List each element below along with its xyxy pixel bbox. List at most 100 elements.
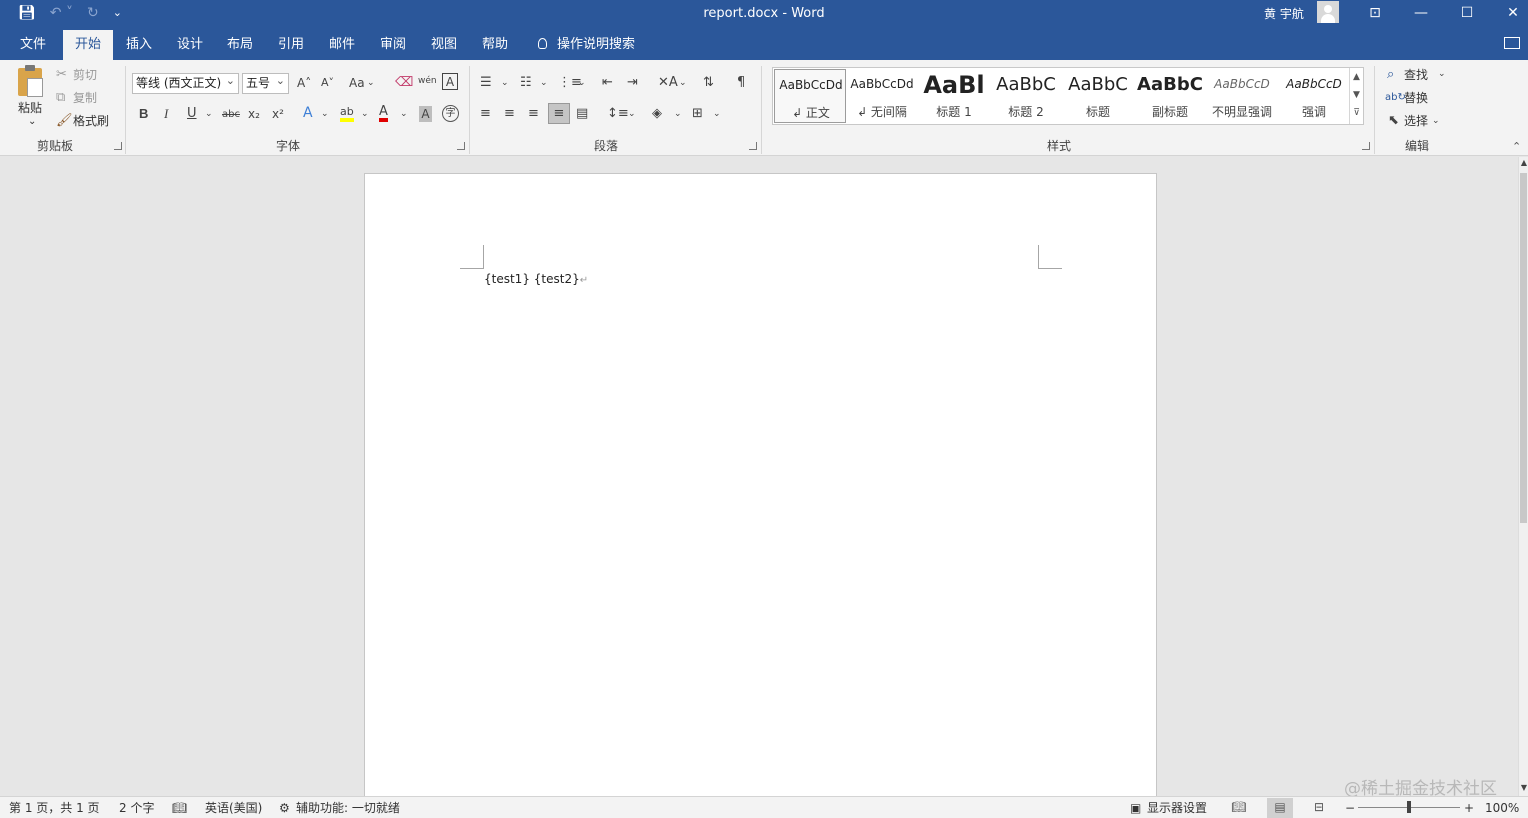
gallery-up-icon[interactable]: ▲: [1350, 68, 1363, 86]
style-no-spacing[interactable]: AaBbCcDd ↲ 无间隔: [846, 69, 918, 123]
align-left-icon[interactable]: ≡: [480, 106, 491, 122]
font-size-select[interactable]: 五号: [242, 71, 289, 94]
font-name-select[interactable]: 等线 (西文正文): [132, 71, 239, 94]
style-normal[interactable]: AaBbCcDd ↲ 正文: [774, 69, 846, 123]
find-button[interactable]: 查找: [1404, 67, 1428, 83]
character-shading-button[interactable]: A: [419, 106, 432, 122]
paste-dropdown-icon[interactable]: ⌄: [28, 114, 36, 130]
paragraph-launcher-icon[interactable]: [749, 142, 757, 150]
paste-icon[interactable]: [18, 65, 43, 97]
tab-file[interactable]: 文件: [8, 30, 58, 60]
justify-icon[interactable]: ≡: [548, 103, 570, 124]
clipboard-launcher-icon[interactable]: [114, 142, 122, 150]
comments-icon[interactable]: [1504, 37, 1520, 49]
select-button[interactable]: 选择: [1404, 113, 1428, 129]
format-painter-button[interactable]: 格式刷: [73, 113, 109, 129]
phonetic-guide-button[interactable]: wén: [418, 73, 437, 89]
tab-insert[interactable]: 插入: [114, 30, 164, 60]
tab-review[interactable]: 审阅: [368, 30, 418, 60]
align-right-icon[interactable]: ≡: [528, 106, 539, 122]
highlight-button[interactable]: ab: [340, 105, 354, 122]
borders-dropdown-icon[interactable]: ⌄: [713, 106, 721, 122]
read-mode-icon[interactable]: 📖︎: [1226, 798, 1252, 818]
text-effects-button[interactable]: A: [303, 105, 313, 121]
line-spacing-dropdown-icon[interactable]: ⌄: [628, 106, 636, 122]
strikethrough-button[interactable]: abc: [222, 107, 240, 123]
cut-button[interactable]: 剪切: [73, 67, 97, 83]
tab-mailings[interactable]: 邮件: [317, 30, 367, 60]
tab-layout[interactable]: 布局: [215, 30, 265, 60]
ribbon-display-options-button[interactable]: ⊡: [1352, 0, 1398, 28]
clear-formatting-icon[interactable]: ⌫: [395, 75, 413, 91]
maximize-button[interactable]: ☐: [1444, 0, 1490, 28]
shrink-font-button[interactable]: A˅: [321, 75, 334, 91]
proofing-icon[interactable]: 📖︎: [172, 800, 187, 816]
bullets-dropdown-icon[interactable]: ⌄: [501, 75, 509, 91]
zoom-in-button[interactable]: +: [1464, 800, 1474, 816]
gallery-more-icon[interactable]: ⊽: [1350, 104, 1363, 122]
zoom-slider-thumb[interactable]: [1407, 801, 1411, 813]
style-heading-2[interactable]: AaBbC 标题 2: [990, 69, 1062, 123]
subscript-button[interactable]: x₂: [248, 106, 260, 122]
font-color-dropdown-icon[interactable]: ⌄: [400, 106, 408, 122]
scroll-thumb[interactable]: [1520, 173, 1527, 523]
zoom-out-button[interactable]: −: [1345, 800, 1355, 816]
increase-indent-icon[interactable]: ⇥: [627, 75, 638, 91]
line-spacing-icon[interactable]: ↕≡: [607, 106, 629, 122]
font-launcher-icon[interactable]: [457, 142, 465, 150]
styles-launcher-icon[interactable]: [1362, 142, 1370, 150]
styles-gallery-scroll[interactable]: ▲ ▼ ⊽: [1349, 68, 1363, 124]
tell-me-search[interactable]: 操作说明搜索: [526, 30, 647, 60]
style-emphasis[interactable]: AaBbCcD 强调: [1278, 69, 1350, 123]
zoom-level[interactable]: 100%: [1485, 800, 1519, 816]
sort-icon[interactable]: ⇅: [703, 75, 714, 91]
grow-font-button[interactable]: A˄: [297, 75, 311, 91]
superscript-button[interactable]: x²: [272, 106, 284, 122]
shading-icon[interactable]: ◈: [652, 106, 662, 122]
collapse-ribbon-icon[interactable]: ⌃: [1512, 140, 1521, 153]
close-button[interactable]: ✕: [1490, 0, 1528, 28]
decrease-indent-icon[interactable]: ⇤: [602, 75, 613, 91]
select-dropdown-icon[interactable]: ⌄: [1432, 113, 1440, 129]
document-body-text[interactable]: {test1} {test2}↵: [484, 272, 588, 286]
tab-design[interactable]: 设计: [165, 30, 215, 60]
font-color-button[interactable]: A: [379, 105, 388, 122]
accessibility-status[interactable]: 辅助功能: 一切就绪: [296, 800, 400, 816]
tab-help[interactable]: 帮助: [470, 30, 520, 60]
style-title[interactable]: AaBbC 标题: [1062, 69, 1134, 123]
language-status[interactable]: 英语(美国): [205, 800, 262, 816]
tab-view[interactable]: 视图: [419, 30, 469, 60]
gallery-down-icon[interactable]: ▼: [1350, 86, 1363, 104]
show-marks-icon[interactable]: ¶: [737, 75, 745, 91]
numbering-icon[interactable]: ☷: [520, 75, 532, 91]
page-count[interactable]: 第 1 页，共 1 页: [9, 800, 100, 816]
tab-home[interactable]: 开始: [63, 30, 114, 60]
style-subtitle[interactable]: AaBbC 副标题: [1134, 69, 1206, 123]
user-name[interactable]: 黄 宇航: [1264, 5, 1304, 22]
shading-dropdown-icon[interactable]: ⌄: [674, 106, 682, 122]
print-layout-icon[interactable]: ▤: [1267, 798, 1293, 818]
word-count[interactable]: 2 个字: [119, 800, 154, 816]
style-heading-1[interactable]: AaBl 标题 1: [918, 69, 990, 123]
avatar[interactable]: [1317, 1, 1339, 23]
multilevel-dropdown-icon[interactable]: ⌄: [578, 75, 586, 91]
scroll-down-icon[interactable]: ▼: [1519, 783, 1528, 792]
text-effects-dropdown-icon[interactable]: ⌄: [321, 106, 329, 122]
web-layout-icon[interactable]: ⊟: [1306, 798, 1332, 818]
find-dropdown-icon[interactable]: ⌄: [1438, 66, 1446, 82]
chinese-layout-icon[interactable]: ✕A: [658, 75, 678, 91]
align-center-icon[interactable]: ≡: [504, 106, 515, 122]
replace-button[interactable]: 替换: [1404, 90, 1428, 106]
minimize-button[interactable]: —: [1398, 0, 1444, 28]
borders-icon[interactable]: ⊞: [692, 106, 703, 122]
bullets-icon[interactable]: ☰: [480, 75, 492, 91]
chinese-layout-dropdown-icon[interactable]: ⌄: [679, 75, 687, 91]
style-subtle-emphasis[interactable]: AaBbCcD 不明显强调: [1206, 69, 1278, 123]
scroll-up-icon[interactable]: ▲: [1519, 158, 1528, 167]
underline-button[interactable]: U: [187, 106, 197, 122]
vertical-scrollbar[interactable]: ▲ ▼: [1518, 157, 1528, 796]
tab-references[interactable]: 引用: [266, 30, 316, 60]
numbering-dropdown-icon[interactable]: ⌄: [540, 75, 548, 91]
italic-button[interactable]: I: [164, 106, 168, 122]
highlight-dropdown-icon[interactable]: ⌄: [361, 106, 369, 122]
